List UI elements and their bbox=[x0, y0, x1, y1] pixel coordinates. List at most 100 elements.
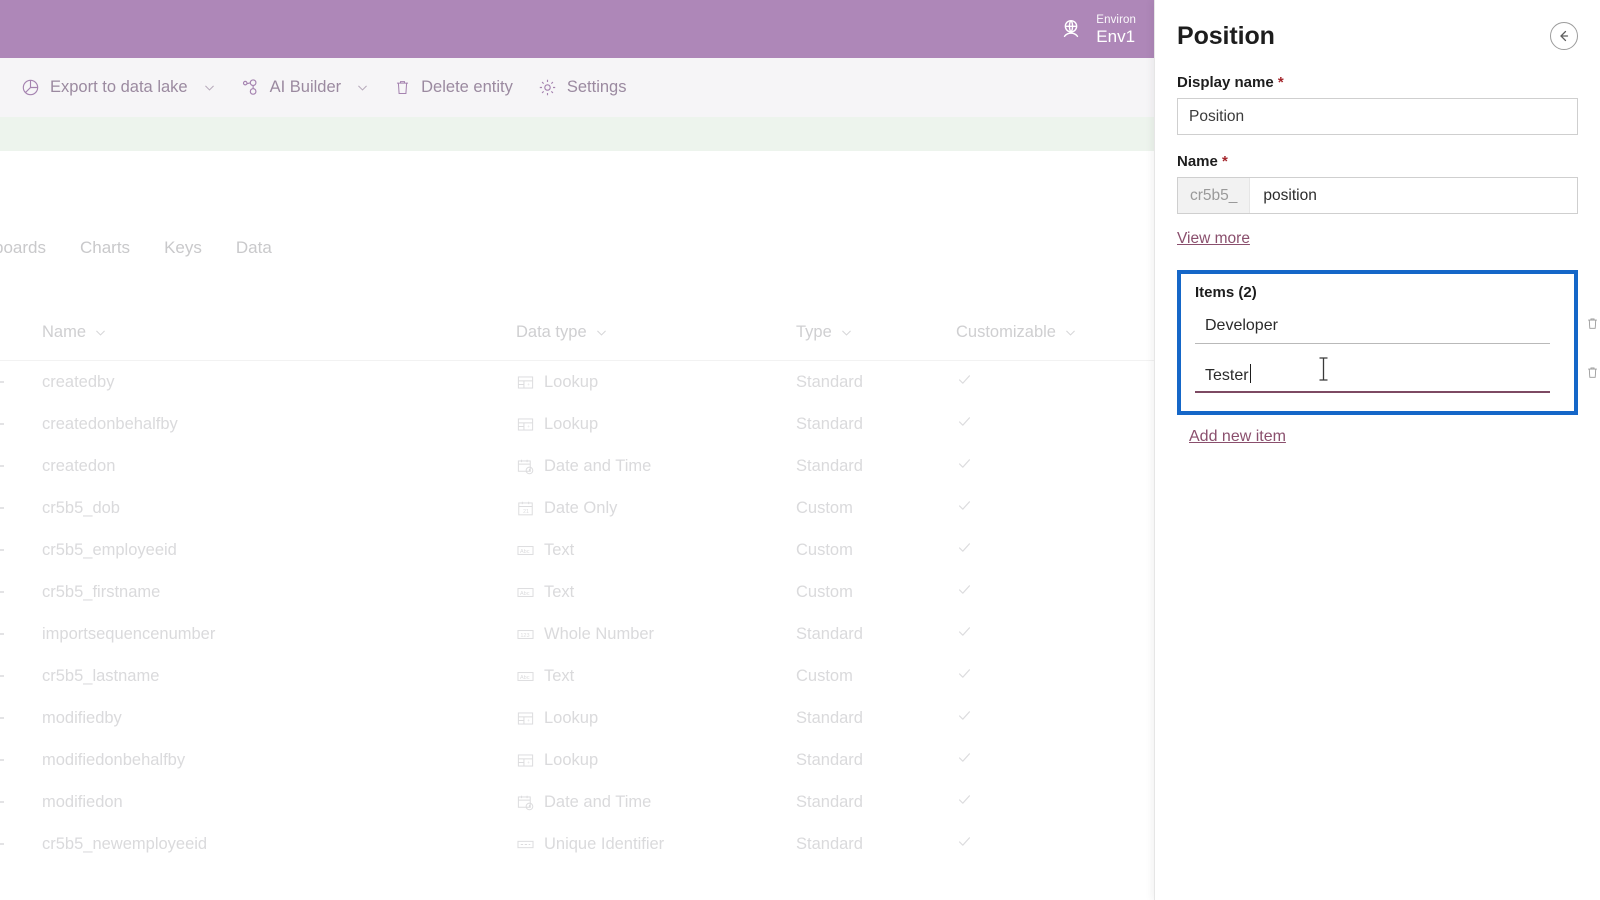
notification-bar bbox=[0, 117, 1154, 151]
row-marker-icon bbox=[0, 549, 4, 551]
table-row[interactable]: cr5b5_dob 21 Date Only Custom bbox=[0, 487, 1154, 529]
table-row[interactable]: cr5b5_newemployeeid Unique Identifier Stan… bbox=[0, 823, 1154, 865]
table-row[interactable]: cr5b5_employeeid Abc Text Custom bbox=[0, 529, 1154, 571]
row-select-cell[interactable] bbox=[0, 675, 42, 677]
cell-data-type-label: Whole Number bbox=[544, 624, 655, 643]
svg-text:Abc: Abc bbox=[520, 674, 530, 680]
chevron-down-icon[interactable] bbox=[1064, 326, 1077, 339]
table-row[interactable]: createdby + Lookup Standard bbox=[0, 361, 1154, 403]
item-row[interactable]: Developer bbox=[1195, 301, 1597, 350]
chevron-down-icon[interactable] bbox=[94, 326, 107, 339]
row-marker-icon bbox=[0, 465, 4, 467]
table-row[interactable]: createdonbehalfby + Lookup Standard bbox=[0, 403, 1154, 445]
field-properties-panel: Position Display name * Position Name * … bbox=[1154, 0, 1600, 900]
cell-type: Standard bbox=[796, 792, 863, 811]
svg-text:+: + bbox=[527, 424, 530, 429]
cell-customizable bbox=[956, 539, 1146, 561]
row-select-cell[interactable] bbox=[0, 759, 42, 761]
ai-builder-button[interactable]: AI Builder bbox=[230, 70, 380, 105]
items-editor: Items (2) Developer Tester bbox=[1177, 270, 1597, 415]
chevron-down-icon[interactable] bbox=[203, 81, 216, 94]
date-time-icon bbox=[516, 793, 535, 812]
delete-item-icon[interactable] bbox=[1585, 316, 1600, 336]
checkmark-icon bbox=[956, 791, 973, 813]
add-new-item-link[interactable]: Add new item bbox=[1189, 428, 1286, 446]
row-select-cell[interactable] bbox=[0, 717, 42, 719]
row-select-cell[interactable] bbox=[0, 381, 42, 383]
delete-item-icon[interactable] bbox=[1585, 365, 1600, 385]
item-value-1-text: Tester bbox=[1205, 367, 1249, 384]
tab-keys[interactable]: Keys bbox=[164, 238, 202, 258]
row-select-cell[interactable] bbox=[0, 591, 42, 593]
cell-data-type-label: Lookup bbox=[544, 372, 599, 391]
tab-dashboards[interactable]: boards bbox=[0, 238, 46, 258]
cell-name: modifiedby bbox=[42, 708, 122, 727]
column-header-type[interactable]: Type bbox=[796, 323, 956, 342]
tab-data[interactable]: Data bbox=[236, 238, 272, 258]
view-more-link[interactable]: View more bbox=[1177, 230, 1250, 248]
item-value-0[interactable]: Developer bbox=[1195, 317, 1278, 335]
row-marker-icon bbox=[0, 801, 4, 803]
row-select-cell[interactable] bbox=[0, 549, 42, 551]
item-row[interactable]: Tester bbox=[1195, 350, 1597, 399]
chevron-down-icon[interactable] bbox=[840, 326, 853, 339]
row-select-cell[interactable] bbox=[0, 507, 42, 509]
cell-data-type: Unique Identifier bbox=[516, 835, 796, 854]
cell-data-type: Abc Text bbox=[516, 583, 796, 602]
table-row[interactable]: modifiedby + Lookup Standard bbox=[0, 697, 1154, 739]
row-marker-icon bbox=[0, 633, 4, 635]
table-row[interactable]: modifiedon Date and Time Standard bbox=[0, 781, 1154, 823]
table-row[interactable]: cr5b5_firstname Abc Text Custom bbox=[0, 571, 1154, 613]
cell-data-type: Date and Time bbox=[516, 793, 796, 812]
svg-text:123: 123 bbox=[520, 632, 529, 638]
name-value[interactable]: position bbox=[1250, 178, 1577, 213]
column-header-customizable-label: Customizable bbox=[956, 323, 1056, 341]
cell-name: cr5b5_employeeid bbox=[42, 540, 177, 559]
cell-type: Standard bbox=[796, 750, 863, 769]
column-header-data-type-label: Data type bbox=[516, 323, 587, 341]
cell-customizable bbox=[956, 581, 1146, 603]
cell-data-type: Abc Text bbox=[516, 667, 796, 686]
row-select-cell[interactable] bbox=[0, 843, 42, 845]
settings-button[interactable]: Settings bbox=[527, 70, 637, 105]
lookup-icon: + bbox=[516, 709, 535, 728]
svg-text:+: + bbox=[527, 382, 530, 387]
command-bar: Export to data lake AI Builder Delete en… bbox=[0, 58, 1154, 117]
required-marker: * bbox=[1277, 74, 1284, 91]
cell-name: modifiedonbehalfby bbox=[42, 750, 186, 769]
chevron-down-icon[interactable] bbox=[356, 81, 369, 94]
table-row[interactable]: importsequencenumber 123 Whole Number Stand… bbox=[0, 613, 1154, 655]
row-select-cell[interactable] bbox=[0, 423, 42, 425]
tab-charts[interactable]: Charts bbox=[80, 238, 130, 258]
delete-entity-button[interactable]: Delete entity bbox=[383, 71, 523, 104]
column-header-data-type[interactable]: Data type bbox=[516, 323, 796, 342]
cell-type: Standard bbox=[796, 624, 863, 643]
display-name-input[interactable]: Position bbox=[1177, 98, 1578, 135]
row-select-cell[interactable] bbox=[0, 465, 42, 467]
table-row[interactable]: cr5b5_lastname Abc Text Custom bbox=[0, 655, 1154, 697]
cell-data-type: 123 Whole Number bbox=[516, 625, 796, 644]
cell-data-type: + Lookup bbox=[516, 373, 796, 392]
cell-name: cr5b5_newemployeeid bbox=[42, 834, 208, 853]
name-input[interactable]: cr5b5_ position bbox=[1177, 177, 1578, 214]
back-arrow-icon[interactable] bbox=[1550, 22, 1578, 50]
name-prefix: cr5b5_ bbox=[1178, 178, 1251, 213]
display-name-label: Display name * bbox=[1177, 74, 1578, 91]
row-select-cell[interactable] bbox=[0, 801, 42, 803]
checkmark-icon bbox=[956, 371, 973, 393]
table-row[interactable]: modifiedonbehalfby + Lookup Standard bbox=[0, 739, 1154, 781]
table-row[interactable]: createdon Date and Time Standard bbox=[0, 445, 1154, 487]
column-header-customizable[interactable]: Customizable bbox=[956, 323, 1146, 342]
cell-type: Standard bbox=[796, 708, 863, 727]
environment-selector[interactable]: Environ Env1 bbox=[1058, 11, 1154, 47]
row-marker-icon bbox=[0, 381, 4, 383]
export-to-data-lake-button[interactable]: Export to data lake bbox=[10, 70, 226, 105]
settings-label: Settings bbox=[566, 78, 627, 96]
row-select-cell[interactable] bbox=[0, 633, 42, 635]
chevron-down-icon[interactable] bbox=[595, 326, 608, 339]
cell-data-type: + Lookup bbox=[516, 751, 796, 770]
item-value-1[interactable]: Tester bbox=[1195, 364, 1252, 385]
column-header-name[interactable]: Name bbox=[42, 323, 516, 342]
entity-tabs: boards Charts Keys Data bbox=[0, 228, 1154, 268]
cell-customizable bbox=[956, 665, 1146, 687]
